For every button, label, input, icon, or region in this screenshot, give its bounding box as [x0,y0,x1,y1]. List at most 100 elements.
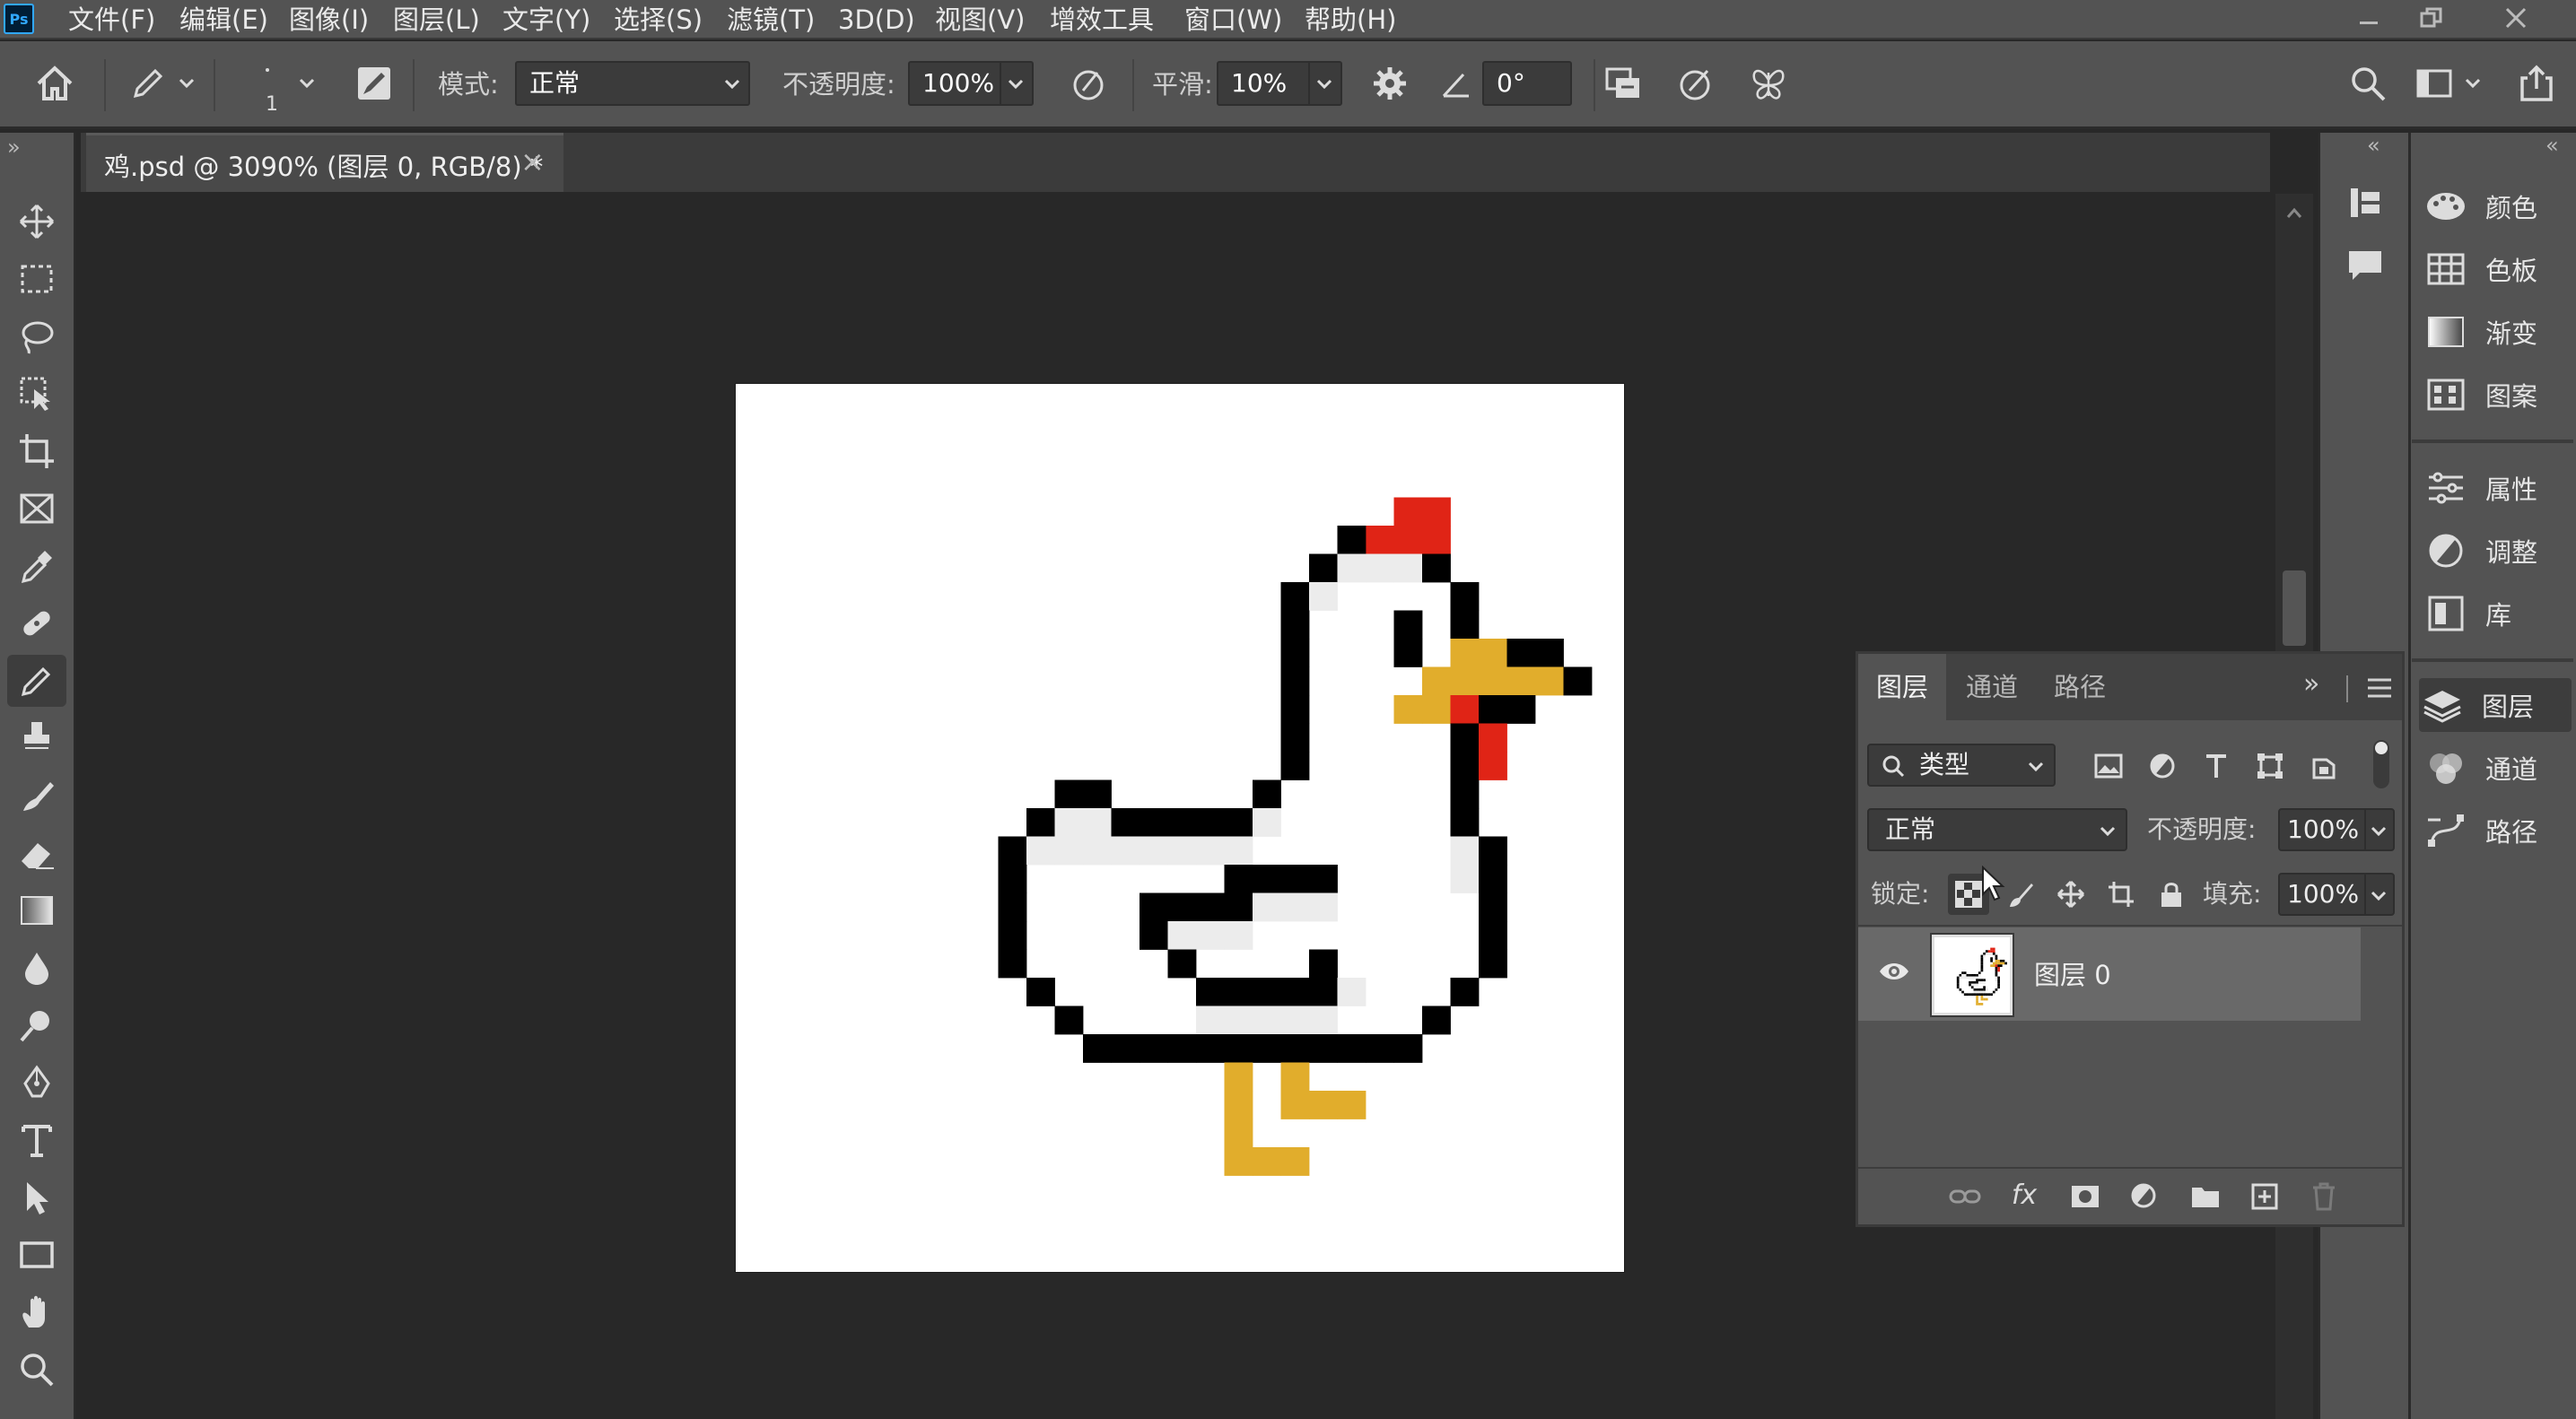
menu-type[interactable]: 文字(Y) [502,2,590,38]
expand-toolbar-icon[interactable]: » [7,135,21,160]
dock-layers[interactable]: 图层 [2419,678,2572,732]
brush-size-value[interactable]: 1 [266,93,278,116]
layer-visibility-toggle[interactable] [1878,960,1910,983]
rectangle-tool[interactable] [7,1229,66,1281]
pen-tool[interactable] [7,1057,66,1109]
filter-toggle[interactable] [2373,740,2389,788]
layer-name[interactable]: 图层 0 [2034,954,2111,992]
new-layer-button[interactable] [2244,1176,2285,1217]
menu-view[interactable]: 视图(V) [935,2,1025,38]
move-tool[interactable] [7,196,66,248]
pressure-opacity-button[interactable] [1066,61,1111,106]
blur-tool[interactable] [7,942,66,994]
history-button[interactable] [2345,183,2385,222]
lock-pixels-button[interactable] [2000,874,2041,915]
layer-row[interactable]: 图层 0 [1858,927,2361,1021]
menu-select[interactable]: 选择(S) [614,2,703,38]
filter-adjustment-button[interactable] [2142,745,2183,787]
lasso-tool[interactable] [7,310,66,362]
dock-adjustments[interactable]: 调整 [2423,524,2566,578]
minimize-button[interactable] [2342,0,2396,36]
fx-button[interactable]: fx [2004,1174,2045,1215]
menu-plugins[interactable]: 增效工具 [1050,2,1154,38]
eyedropper-tool[interactable] [7,540,66,592]
tab-paths[interactable]: 路径 [2036,654,2124,720]
dodge-tool[interactable] [7,999,66,1051]
filter-shape-button[interactable] [2249,745,2291,787]
close-window-button[interactable] [2489,0,2543,36]
brush-settings-button[interactable] [352,61,397,106]
new-group-button[interactable] [2185,1176,2226,1217]
scrollbar-thumb[interactable] [2283,570,2306,646]
smoothing-settings-button[interactable] [1367,61,1412,106]
menu-window[interactable]: 窗口(W) [1184,2,1282,38]
dock-libraries[interactable]: 库 [2423,587,2566,640]
lock-all-button[interactable] [2151,874,2192,915]
brush-picker-chevron[interactable] [296,61,318,106]
object-select-tool[interactable] [7,368,66,420]
symmetry-button[interactable] [1746,61,1791,106]
marquee-tool[interactable] [7,253,66,305]
path-select-tool[interactable] [7,1171,66,1223]
filter-type-button[interactable] [2196,745,2237,787]
eraser-tool[interactable] [7,827,66,879]
auto-erase-button[interactable] [1601,61,1646,106]
comments-button[interactable] [2345,246,2385,285]
history-brush-tool[interactable] [7,770,66,822]
smoothing-input[interactable]: 10% [1217,61,1342,106]
blend-mode-select[interactable]: 正常 [1867,808,2127,851]
dock-swatches[interactable]: 色板 [2423,242,2566,296]
expand-panel-icon[interactable]: » [2303,668,2319,700]
chevron-down-icon[interactable] [176,61,197,106]
menu-filter[interactable]: 滤镜(T) [727,2,815,38]
frame-tool[interactable] [7,483,66,535]
dock-paths[interactable]: 路径 [2423,804,2566,857]
menu-3d[interactable]: 3D(D) [838,2,915,38]
close-tab-button[interactable]: × [520,144,545,178]
mode-select[interactable]: 正常 [515,61,750,106]
angle-input[interactable]: 0° [1482,61,1572,106]
share-button[interactable] [2514,61,2559,106]
link-layers-button[interactable] [1944,1176,1986,1217]
layer-thumbnail[interactable] [1930,933,2014,1017]
workspace-chevron[interactable] [2462,61,2484,106]
lock-artboard-button[interactable] [2100,874,2142,915]
healing-brush-tool[interactable] [7,597,66,649]
filter-smart-object-button[interactable] [2303,745,2345,787]
fill-input[interactable]: 100% [2278,873,2395,916]
type-tool[interactable] [7,1114,66,1166]
document-tab[interactable]: 鸡.psd @ 3090% (图层 0, RGB/8) * × [86,133,563,192]
workspace-button[interactable] [2412,61,2457,106]
menu-image[interactable]: 图像(I) [289,2,369,38]
crop-tool[interactable] [7,425,66,477]
menu-file[interactable]: 文件(F) [68,2,155,38]
dock-channels[interactable]: 通道 [2423,741,2566,795]
hand-tool[interactable] [7,1286,66,1338]
menu-edit[interactable]: 编辑(E) [179,2,268,38]
pressure-size-button[interactable] [1674,61,1719,106]
delete-layer-button[interactable] [2303,1176,2345,1217]
add-mask-button[interactable] [2065,1176,2106,1217]
tab-layers[interactable]: 图层 [1858,654,1947,720]
layer-filter-select[interactable]: 类型 [1867,744,2056,787]
dock-properties[interactable]: 属性 [2423,461,2566,515]
gradient-tool[interactable] [7,884,66,936]
document-canvas[interactable] [736,384,1624,1272]
new-adjustment-button[interactable] [2124,1176,2165,1217]
opacity-input[interactable]: 100% [908,61,1034,106]
panel-menu-button[interactable] [2366,675,2393,701]
dock-color[interactable]: 颜色 [2423,179,2566,233]
collapse-panel-icon[interactable]: « [2367,133,2380,158]
dock-gradients[interactable]: 渐变 [2423,305,2566,359]
restore-button[interactable] [2405,0,2458,36]
lock-position-button[interactable] [2050,874,2091,915]
tool-preset-picker[interactable] [126,61,170,106]
pencil-tool[interactable] [7,655,66,707]
filter-pixel-button[interactable] [2088,745,2129,787]
menu-help[interactable]: 帮助(H) [1305,2,1396,38]
zoom-tool[interactable] [7,1344,66,1396]
dock-patterns[interactable]: 图案 [2423,368,2566,422]
home-button[interactable] [32,61,77,106]
layer-opacity-input[interactable]: 100% [2278,808,2395,851]
collapse-dock-icon[interactable]: « [2545,133,2559,158]
